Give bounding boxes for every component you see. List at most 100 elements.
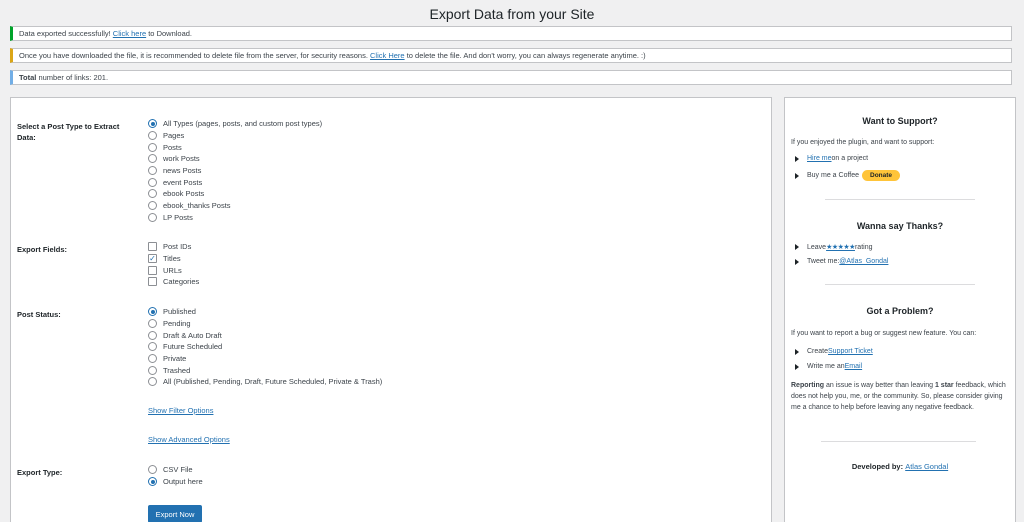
post-status-option[interactable]: Trashed [148, 364, 382, 376]
post-type-option[interactable]: ebook_thanks Posts [148, 200, 322, 212]
developer-link[interactable]: Atlas Gondal [905, 462, 948, 471]
post-status-option-label: Future Scheduled [163, 342, 223, 352]
post-type-option-label: ebook_thanks Posts [163, 201, 231, 211]
one-star-bold: 1 star [934, 382, 954, 389]
twitter-handle-link[interactable]: @Atlas_Gondal [839, 258, 888, 265]
checkbox[interactable] [148, 265, 157, 275]
ticket-item: Create Support Ticket [795, 348, 873, 355]
radio-button[interactable] [148, 465, 157, 475]
post-type-label: Select a Post Type to Extract Data: [17, 122, 120, 142]
post-status-option-label: Trashed [163, 365, 191, 375]
checkbox[interactable]: ✓ [148, 254, 157, 264]
radio-button[interactable] [148, 477, 157, 487]
divider [821, 441, 976, 442]
radio-button[interactable] [148, 377, 157, 387]
checkbox[interactable] [148, 277, 157, 287]
rating-text: rating [854, 243, 873, 251]
support-ticket-link[interactable]: Support Ticket [828, 348, 873, 355]
support-intro: If you enjoyed the plugin, and want to s… [791, 139, 935, 146]
email-link[interactable]: Email [845, 363, 863, 370]
radio-button[interactable] [148, 166, 157, 176]
warning-notice-suffix: to delete the file. And don't worry, you… [404, 51, 646, 60]
success-notice-suffix: to Download. [146, 29, 193, 38]
radio-button[interactable] [148, 131, 157, 141]
show-advanced-options-link[interactable]: Show Advanced Options [148, 435, 230, 444]
problem-title: Got a Problem? [866, 306, 934, 316]
radio-button[interactable] [148, 201, 157, 211]
export-field-option[interactable]: ✓ Titles [148, 253, 199, 265]
post-type-option-label: work Posts [163, 154, 200, 164]
export-field-option-label: Categories [163, 277, 200, 287]
export-fields-options: Post IDs ✓ Titles URLs Categories [148, 241, 199, 288]
reporting-bold: Reporting [791, 382, 825, 389]
export-field-option-label: URLs [163, 265, 182, 275]
radio-button[interactable] [148, 342, 157, 352]
post-status-option[interactable]: Private [148, 353, 382, 365]
radio-button[interactable] [148, 154, 157, 164]
radio-button[interactable] [148, 307, 157, 317]
export-field-option[interactable]: URLs [148, 264, 199, 276]
rating-item: Leave ★★★★★ rating [795, 243, 872, 251]
post-status-option[interactable]: Pending [148, 318, 382, 330]
checkbox[interactable] [148, 242, 157, 252]
reporting-mid: an issue is way better than leaving [824, 382, 935, 389]
post-type-option[interactable]: All Types (pages, posts, and custom post… [148, 118, 322, 130]
sidebar-panel: Want to Support? If you enjoyed the plug… [784, 97, 1016, 522]
export-fields-label: Export Fields: [17, 245, 68, 254]
page-title: Export Data from your Site [429, 6, 595, 22]
create-text: Create [807, 348, 829, 355]
post-status-option-label: Published [163, 307, 196, 317]
export-field-option-label: Titles [163, 254, 181, 264]
radio-button[interactable] [148, 212, 157, 222]
success-notice-text: Data exported successfully! [19, 29, 113, 38]
post-type-option[interactable]: ebook Posts [148, 188, 322, 200]
post-type-option-label: Pages [163, 131, 185, 141]
post-type-option[interactable]: event Posts [148, 176, 322, 188]
radio-button[interactable] [148, 189, 157, 199]
show-filter-options-link[interactable]: Show Filter Options [148, 406, 213, 415]
developer-prefix: Developed by: [851, 462, 906, 471]
hire-item: Hire me on a project [795, 155, 868, 162]
radio-button[interactable] [148, 119, 157, 129]
post-status-option[interactable]: Future Scheduled [148, 341, 382, 353]
export-type-option[interactable]: Output here [148, 476, 203, 488]
radio-button[interactable] [148, 330, 157, 340]
donate-button[interactable]: Donate [862, 170, 901, 181]
thanks-title: Wanna say Thanks? [856, 221, 944, 231]
export-field-option[interactable]: Categories [148, 276, 199, 288]
post-type-option[interactable]: news Posts [148, 165, 322, 177]
export-type-option[interactable]: CSV File [148, 464, 203, 476]
triangle-bullet-icon [795, 363, 799, 370]
post-status-option[interactable]: Draft & Auto Draft [148, 329, 382, 341]
post-status-option[interactable]: All (Published, Pending, Draft, Future S… [148, 376, 382, 388]
post-status-options: Published Pending Draft & Auto Draft Future… [148, 306, 382, 388]
post-type-options: All Types (pages, posts, and custom post… [148, 118, 322, 223]
info-notice-text: number of links: 201. [36, 73, 109, 82]
info-notice: Total number of links: 201. [10, 70, 1012, 85]
warning-notice: Once you have downloaded the file, it is… [10, 48, 1012, 63]
hire-me-link[interactable]: Hire me [807, 155, 832, 162]
delete-file-link[interactable]: Click Here [370, 51, 405, 60]
radio-button[interactable] [148, 142, 157, 152]
post-status-label: Post Status: [17, 310, 61, 319]
triangle-bullet-icon [795, 155, 799, 162]
triangle-bullet-icon [795, 244, 799, 250]
radio-button[interactable] [148, 177, 157, 187]
post-status-option-label: Private [163, 354, 187, 364]
post-status-option-label: Pending [163, 319, 191, 329]
export-type-option-label: Output here [163, 477, 203, 487]
post-type-option[interactable]: Pages [148, 130, 322, 142]
post-type-option[interactable]: Posts [148, 141, 322, 153]
radio-button[interactable] [148, 319, 157, 329]
post-status-option[interactable]: Published [148, 306, 382, 318]
radio-button[interactable] [148, 354, 157, 364]
export-now-button[interactable]: Export Now [148, 505, 202, 522]
export-field-option[interactable]: Post IDs [148, 241, 199, 253]
post-type-option[interactable]: LP Posts [148, 212, 322, 224]
export-type-label: Export Type: [17, 468, 63, 477]
post-type-option[interactable]: work Posts [148, 153, 322, 165]
radio-button[interactable] [148, 365, 157, 375]
star-rating-link[interactable]: ★★★★★ [826, 243, 855, 251]
download-link[interactable]: Click here [113, 29, 146, 38]
write-text: Write me an [807, 363, 845, 370]
